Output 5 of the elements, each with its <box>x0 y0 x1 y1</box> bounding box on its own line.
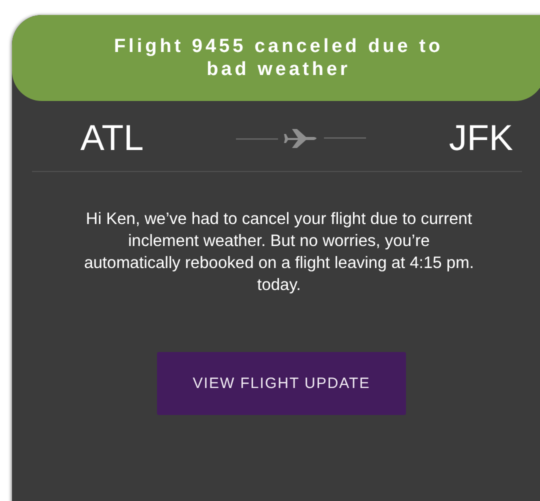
view-update-button[interactable]: VIEW FLIGHT UPDATE <box>157 352 406 415</box>
destination-code: JFK <box>448 117 514 159</box>
alert-title: Flight 9455 canceled due to bad weather <box>114 35 444 81</box>
message-text: Hi Ken, we’ve had to cancel your flight due to current inclement weather. But no worries, you’re automatically rebooked on a flight leaving at 4:15 pm. today. <box>83 209 475 296</box>
origin-code: ATL <box>79 117 145 159</box>
